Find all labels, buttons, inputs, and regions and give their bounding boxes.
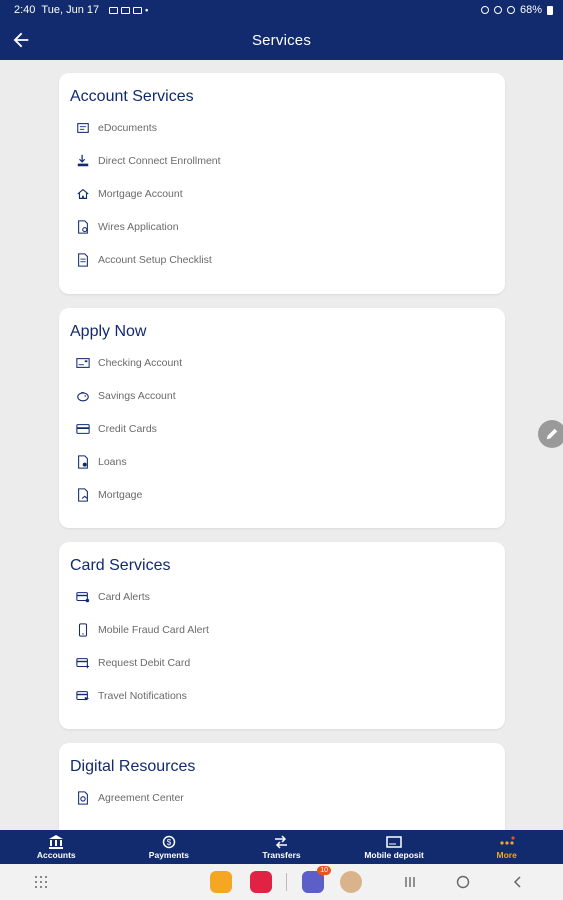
menu-item-direct-connect[interactable]: Direct Connect Enrollment	[75, 150, 221, 172]
menu-item-label: Savings Account	[98, 390, 176, 402]
services-list[interactable]: Account Services eDocuments Direct Conne…	[0, 60, 563, 830]
section-title: Digital Resources	[70, 758, 196, 775]
menu-item-label: Wires Application	[98, 221, 179, 233]
teams-badge: 10	[317, 866, 331, 875]
link-icon	[480, 6, 489, 14]
status-time: 2:40	[14, 4, 36, 16]
menu-item-checking-account[interactable]: Checking Account	[75, 352, 182, 374]
menu-item-label: Checking Account	[98, 357, 183, 369]
nav-accounts[interactable]: Accounts	[0, 830, 113, 864]
files-app-icon[interactable]	[210, 871, 232, 893]
menu-item-travel-notifications[interactable]: Travel Notifications	[75, 685, 187, 707]
credit-card-icon	[75, 421, 91, 437]
notification-icons: •	[109, 5, 148, 15]
status-bar: 2:40 Tue, Jun 17 • 68%	[0, 0, 563, 20]
download-monitor-icon	[75, 153, 91, 169]
battery-level: 68%	[519, 4, 542, 16]
menu-item-label: Request Debit Card	[98, 657, 191, 669]
card-add-icon	[75, 655, 91, 671]
home-icon	[75, 186, 91, 202]
menu-item-label: Mortgage	[98, 489, 143, 501]
menu-item-wires-application[interactable]: Wires Application	[75, 216, 179, 238]
menu-item-credit-cards[interactable]: Credit Cards	[75, 418, 157, 440]
system-taskbar: 10	[0, 864, 563, 900]
menu-item-label: Mortgage Account	[98, 188, 183, 200]
menu-item-mortgage-account[interactable]: Mortgage Account	[75, 183, 183, 205]
status-date: Tue, Jun 17	[41, 4, 100, 16]
battery-icon	[547, 5, 553, 15]
mail-icon	[109, 6, 119, 14]
back-button-icon[interactable]	[511, 875, 525, 889]
app-bar: Services	[0, 20, 563, 60]
svg-text:$: $	[167, 838, 172, 847]
wifi-icon	[506, 6, 515, 14]
bank-icon	[49, 834, 64, 849]
youtube-app-icon[interactable]	[250, 871, 272, 893]
section-account-services: Account Services eDocuments Direct Conne…	[59, 73, 505, 294]
bottom-nav: Accounts $ Payments Transfers Mobile dep…	[0, 830, 563, 864]
section-title: Apply Now	[70, 323, 147, 340]
menu-item-label: Travel Notifications	[98, 690, 187, 702]
menu-item-label: Card Alerts	[98, 591, 150, 603]
card-alert-icon	[75, 589, 91, 605]
app-drawer-icon[interactable]	[34, 875, 48, 889]
recents-icon[interactable]	[403, 875, 417, 889]
section-title: Account Services	[70, 88, 194, 105]
edit-pencil-button[interactable]	[538, 420, 563, 448]
nav-mobile-deposit[interactable]: Mobile deposit	[338, 830, 451, 864]
payment-cycle-icon: $	[162, 835, 176, 848]
section-title: Card Services	[70, 557, 171, 574]
menu-item-card-alerts[interactable]: Card Alerts	[75, 586, 150, 608]
transfer-arrows-icon	[275, 834, 288, 849]
card-plane-icon	[75, 688, 91, 704]
teams-icon	[133, 6, 143, 14]
checklist-icon	[75, 252, 91, 268]
page-title: Services	[251, 31, 312, 49]
nav-label: More	[496, 849, 517, 860]
nav-label: Mobile deposit	[364, 849, 424, 860]
mute-icon	[493, 6, 502, 14]
section-card-services: Card Services Card Alerts Mobile Fraud C…	[59, 542, 505, 729]
menu-item-label: Loans	[98, 456, 127, 468]
check-icon	[75, 355, 91, 371]
menu-item-label: Agreement Center	[98, 792, 184, 804]
image-icon	[121, 6, 131, 14]
section-apply-now: Apply Now Checking Account Savings Accou…	[59, 308, 505, 528]
taskbar-divider	[286, 873, 287, 891]
nav-label: Payments	[148, 849, 189, 860]
menu-item-label: Account Setup Checklist	[98, 254, 212, 266]
menu-item-account-setup-checklist[interactable]: Account Setup Checklist	[75, 249, 212, 271]
piggy-bank-icon	[75, 388, 91, 404]
menu-item-label: eDocuments	[98, 122, 157, 134]
teams-app-icon[interactable]: 10	[302, 866, 331, 893]
menu-item-edocuments[interactable]: eDocuments	[75, 117, 157, 139]
document-gear-icon	[75, 219, 91, 235]
document-home-icon	[75, 487, 91, 503]
nav-label: Transfers	[262, 849, 301, 860]
menu-item-label: Mobile Fraud Card Alert	[98, 624, 209, 636]
document-check-icon	[75, 790, 91, 806]
menu-item-agreement-center[interactable]: Agreement Center	[75, 787, 184, 809]
menu-item-loans[interactable]: Loans	[75, 451, 127, 473]
menu-item-label: Credit Cards	[98, 423, 157, 435]
menu-item-request-debit-card[interactable]: Request Debit Card	[75, 652, 190, 674]
menu-item-savings-account[interactable]: Savings Account	[75, 385, 176, 407]
phone-alert-icon	[75, 622, 91, 638]
pencil-icon	[546, 428, 558, 440]
more-dots-icon	[500, 835, 515, 845]
section-digital-resources: Digital Resources Agreement Center	[59, 743, 505, 830]
menu-item-label: Direct Connect Enrollment	[98, 155, 221, 167]
nav-payments[interactable]: $ Payments	[113, 830, 226, 864]
document-dollar-icon	[75, 454, 91, 470]
arrow-left-icon[interactable]	[10, 29, 32, 51]
nav-label: Accounts	[36, 849, 76, 860]
recent-app-icon[interactable]	[340, 871, 362, 893]
nav-transfers[interactable]: Transfers	[225, 830, 338, 864]
menu-item-mortgage[interactable]: Mortgage	[75, 484, 142, 506]
document-list-icon	[75, 120, 91, 136]
home-button-icon[interactable]	[456, 875, 470, 889]
nav-more[interactable]: More	[450, 830, 563, 864]
menu-item-mobile-fraud-card-alert[interactable]: Mobile Fraud Card Alert	[75, 619, 209, 641]
check-scan-icon	[386, 835, 402, 848]
